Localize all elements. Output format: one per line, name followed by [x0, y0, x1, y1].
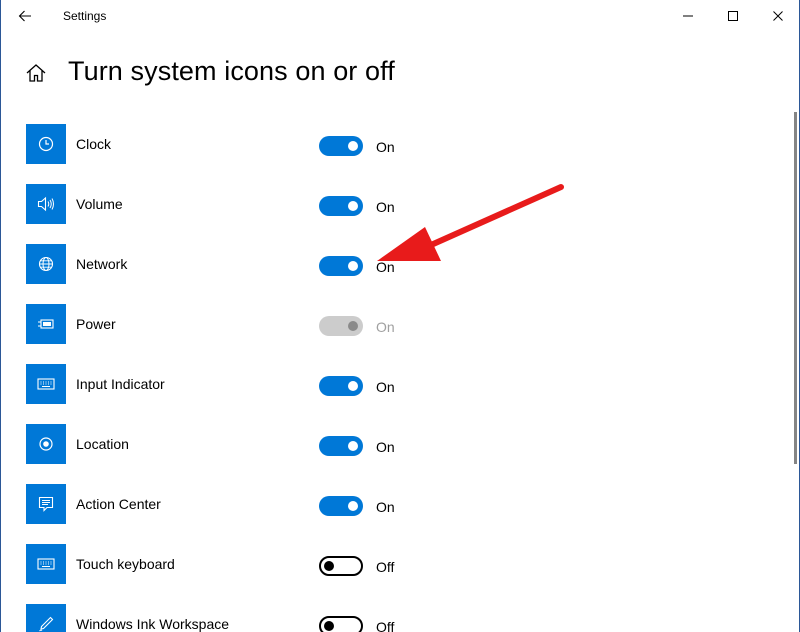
- item-label: Network: [76, 256, 128, 272]
- home-icon: [26, 64, 46, 82]
- touch-keyboard-toggle[interactable]: [319, 556, 363, 576]
- back-button[interactable]: [13, 4, 37, 28]
- item-label: Action Center: [76, 496, 161, 512]
- volume-toggle[interactable]: [319, 196, 363, 216]
- window-title: Settings: [63, 9, 107, 23]
- toggle-state: On: [376, 199, 395, 215]
- clock-toggle[interactable]: [319, 136, 363, 156]
- clock-icon: [38, 136, 54, 152]
- action-center-icon: [38, 496, 54, 512]
- list-item-location: Location On: [1, 424, 761, 464]
- input-indicator-tile: [26, 364, 66, 404]
- item-label: Input Indicator: [76, 376, 165, 392]
- toggle-state: On: [376, 439, 395, 455]
- location-tile: [26, 424, 66, 464]
- toggle-knob: [324, 621, 334, 631]
- close-button[interactable]: [755, 0, 800, 32]
- windows-ink-toggle[interactable]: [319, 616, 363, 632]
- close-icon: [773, 11, 783, 21]
- toggle-state: On: [376, 139, 395, 155]
- clock-tile: [26, 124, 66, 164]
- list-item-windows-ink-workspace: Windows Ink Workspace Off: [1, 604, 761, 632]
- volume-icon: [37, 196, 54, 212]
- pen-icon: [39, 616, 54, 632]
- maximize-icon: [728, 11, 738, 21]
- toggle-knob: [348, 201, 358, 211]
- settings-window: Settings Turn system icons on or off Clo…: [0, 0, 800, 632]
- item-label: Clock: [76, 136, 112, 152]
- title-bar: Settings: [1, 0, 799, 32]
- toggle-state: Off: [376, 619, 395, 632]
- keyboard-icon: [37, 378, 55, 390]
- network-globe-icon: [38, 256, 54, 272]
- toggle-state: On: [376, 379, 395, 395]
- toggle-state: On: [376, 499, 395, 515]
- location-icon: [39, 437, 53, 451]
- toggle-knob: [348, 441, 358, 451]
- item-label: Location: [76, 436, 129, 452]
- power-tile: [26, 304, 66, 344]
- toggle-state: On: [376, 259, 395, 275]
- toggle-state: On: [376, 319, 395, 335]
- keyboard-icon: [37, 558, 55, 570]
- minimize-button[interactable]: [665, 0, 711, 32]
- scrollbar[interactable]: [794, 112, 797, 464]
- battery-power-icon: [38, 319, 54, 329]
- minimize-icon: [683, 15, 693, 17]
- action-center-tile: [26, 484, 66, 524]
- action-center-toggle[interactable]: [319, 496, 363, 516]
- toggle-state: Off: [376, 559, 395, 575]
- list-item-power: Power On: [1, 304, 761, 344]
- list-item-network: Network On: [1, 244, 761, 284]
- home-button[interactable]: [25, 62, 47, 84]
- item-label: Volume: [76, 196, 123, 212]
- toggle-knob: [348, 501, 358, 511]
- toggle-knob: [348, 381, 358, 391]
- toggle-knob: [348, 261, 358, 271]
- list-item-input-indicator: Input Indicator On: [1, 364, 761, 404]
- toggle-knob: [348, 321, 358, 331]
- list-item-action-center: Action Center On: [1, 484, 761, 524]
- item-label: Touch keyboard: [76, 556, 175, 572]
- network-tile: [26, 244, 66, 284]
- location-toggle[interactable]: [319, 436, 363, 456]
- list-item-clock: Clock On: [1, 124, 761, 164]
- toggle-knob: [324, 561, 334, 571]
- touch-keyboard-tile: [26, 544, 66, 584]
- page-title: Turn system icons on or off: [68, 56, 395, 86]
- windows-ink-tile: [26, 604, 66, 632]
- item-label: Windows Ink Workspace: [76, 616, 230, 632]
- back-arrow-icon: [18, 10, 31, 22]
- item-label: Power: [76, 316, 116, 332]
- toggle-knob: [348, 141, 358, 151]
- maximize-button[interactable]: [710, 0, 756, 32]
- volume-tile: [26, 184, 66, 224]
- list-item-touch-keyboard: Touch keyboard Off: [1, 544, 761, 584]
- power-toggle: [319, 316, 363, 336]
- network-toggle[interactable]: [319, 256, 363, 276]
- list-item-volume: Volume On: [1, 184, 761, 224]
- input-indicator-toggle[interactable]: [319, 376, 363, 396]
